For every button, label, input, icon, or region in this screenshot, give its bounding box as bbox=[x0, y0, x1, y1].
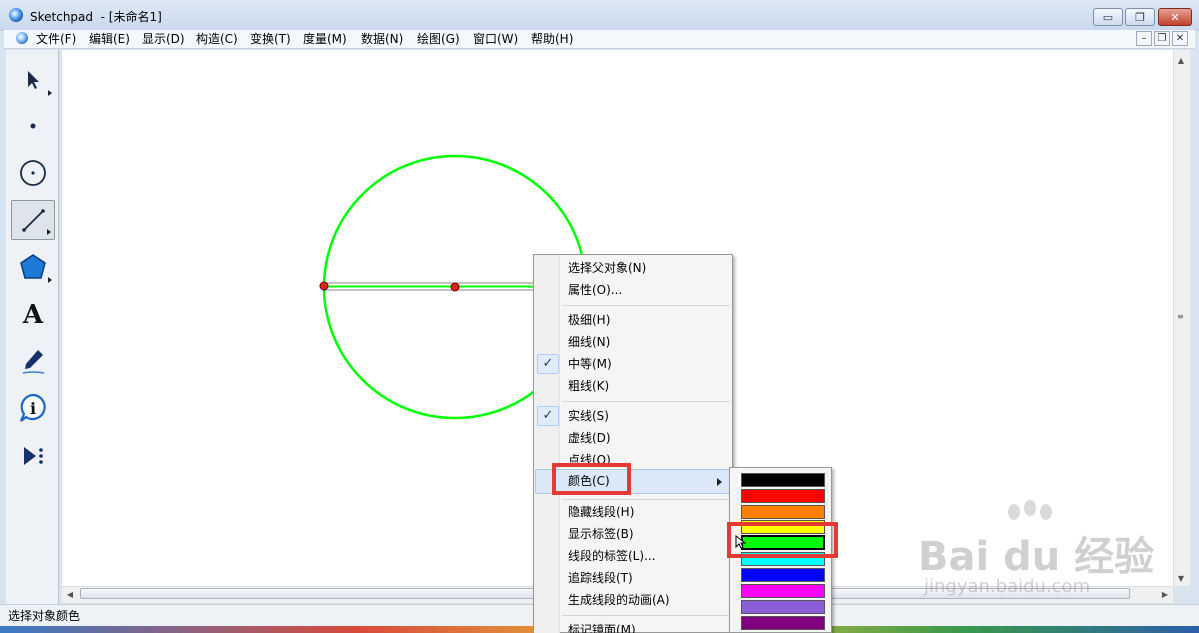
maximize-button[interactable]: ❐ bbox=[1125, 8, 1155, 26]
menu-file[interactable]: 文件(F) bbox=[36, 31, 76, 47]
menu-thin[interactable]: 细线(N) bbox=[568, 332, 610, 352]
menu-separator bbox=[562, 401, 730, 402]
play-custom-icon bbox=[24, 447, 43, 465]
menu-hide-segment[interactable]: 隐藏线段(H) bbox=[568, 502, 634, 522]
menu-thick[interactable]: 粗线(K) bbox=[568, 376, 609, 396]
title-bar bbox=[0, 0, 1199, 31]
menu-construct[interactable]: 构造(C) bbox=[196, 31, 238, 47]
polygon-tool[interactable] bbox=[11, 247, 55, 287]
baidu-jingyan-watermark: Bai du 经验 jingyan.baidu.com bbox=[918, 500, 1188, 605]
marker-pen-icon bbox=[22, 350, 45, 374]
menu-show-label[interactable]: 显示标签(B) bbox=[568, 524, 634, 544]
scroll-left-icon[interactable]: ◀ bbox=[62, 586, 78, 602]
arrow-icon bbox=[28, 71, 39, 89]
status-text: 选择对象颜色 bbox=[8, 609, 81, 623]
point-icon bbox=[30, 123, 36, 129]
menu-graph[interactable]: 绘图(G) bbox=[417, 31, 460, 47]
menu-dotted[interactable]: 点线(O) bbox=[568, 450, 611, 464]
highlight-box-color-item bbox=[552, 463, 631, 495]
menu-transform[interactable]: 变换(T) bbox=[250, 31, 291, 47]
color-swatch[interactable] bbox=[741, 568, 825, 582]
checkmark-icon: ✓ bbox=[537, 354, 559, 374]
information-tool[interactable]: i bbox=[11, 388, 55, 428]
circle-icon bbox=[20, 160, 46, 186]
minimize-button[interactable]: ▭ bbox=[1093, 8, 1123, 26]
mdi-restore-icon: ❐ bbox=[1157, 33, 1167, 44]
window-title: Sketchpad - [未命名1] bbox=[30, 10, 162, 24]
marker-tool[interactable] bbox=[11, 341, 55, 381]
menu-segment-label[interactable]: 线段的标签(L)... bbox=[568, 546, 656, 566]
text-tool[interactable]: A bbox=[11, 295, 55, 335]
sketchpad-app-icon[interactable] bbox=[9, 8, 23, 22]
context-menu-gutter bbox=[534, 255, 560, 633]
color-swatch[interactable] bbox=[741, 473, 825, 487]
color-swatch[interactable] bbox=[741, 616, 825, 630]
tool-flyout-icon bbox=[48, 277, 52, 283]
menu-animate-segment[interactable]: 生成线段的动画(A) bbox=[568, 590, 670, 610]
context-menu bbox=[533, 254, 733, 633]
menu-trace-segment[interactable]: 追踪线段(T) bbox=[568, 568, 633, 588]
color-swatch[interactable] bbox=[741, 600, 825, 614]
straightedge-tool[interactable] bbox=[11, 200, 55, 240]
scroll-grip-icon[interactable]: ≡ bbox=[1177, 312, 1184, 321]
menu-separator bbox=[562, 615, 730, 616]
mdi-close-icon: ✕ bbox=[1175, 33, 1185, 44]
menu-select-parent[interactable]: 选择父对象(N) bbox=[568, 258, 646, 278]
menu-properties[interactable]: 属性(O)... bbox=[568, 280, 622, 300]
menu-edit[interactable]: 编辑(E) bbox=[89, 31, 130, 47]
checkmark-icon: ✓ bbox=[537, 406, 559, 426]
menu-display[interactable]: 显示(D) bbox=[142, 31, 185, 47]
menu-help[interactable]: 帮助(H) bbox=[531, 31, 573, 47]
polygon-icon bbox=[20, 254, 46, 279]
info-icon: i bbox=[19, 393, 46, 422]
menu-window[interactable]: 窗口(W) bbox=[473, 31, 518, 47]
restore-icon: ❐ bbox=[1135, 10, 1145, 24]
submenu-arrow-icon bbox=[717, 478, 722, 486]
mdi-close-button[interactable]: ✕ bbox=[1172, 31, 1188, 46]
mouse-cursor-icon bbox=[735, 535, 747, 549]
text-a-icon: A bbox=[22, 300, 44, 330]
point-tool[interactable] bbox=[11, 106, 55, 146]
segment-endpoint[interactable] bbox=[319, 281, 329, 291]
color-swatch[interactable] bbox=[741, 489, 825, 503]
select-arrow-tool[interactable] bbox=[11, 60, 55, 100]
circle-center-point[interactable] bbox=[450, 282, 460, 292]
menu-measure[interactable]: 度量(M) bbox=[303, 31, 347, 47]
custom-tool[interactable] bbox=[11, 436, 55, 476]
watermark-brand: Bai du 经验 bbox=[918, 534, 1155, 580]
tool-flyout-icon bbox=[47, 229, 51, 235]
tool-flyout-icon bbox=[48, 90, 52, 96]
menu-separator bbox=[562, 499, 730, 500]
mdi-restore-button[interactable]: ❐ bbox=[1154, 31, 1170, 46]
mdi-minimize-button[interactable]: – bbox=[1136, 31, 1152, 46]
close-icon: ✕ bbox=[1170, 10, 1180, 24]
mdi-minimize-icon: – bbox=[1141, 33, 1147, 44]
menu-dashed[interactable]: 虚线(D) bbox=[568, 428, 611, 448]
menu-medium[interactable]: 中等(M) bbox=[568, 354, 612, 374]
color-swatch[interactable] bbox=[741, 505, 825, 519]
segment-icon bbox=[22, 209, 45, 232]
close-button[interactable]: ✕ bbox=[1158, 8, 1192, 26]
menu-solid[interactable]: 实线(S) bbox=[568, 406, 609, 426]
compass-tool[interactable] bbox=[11, 153, 55, 193]
menu-separator bbox=[562, 305, 730, 306]
document-icon[interactable] bbox=[16, 32, 28, 44]
menu-number[interactable]: 数据(N) bbox=[361, 31, 403, 47]
menu-thinnest[interactable]: 极细(H) bbox=[568, 310, 610, 330]
color-swatch[interactable] bbox=[741, 584, 825, 598]
svg-text:i: i bbox=[30, 399, 36, 418]
minimize-icon: ▭ bbox=[1102, 10, 1114, 24]
menu-mark-mirror[interactable]: 标记镜面(M) bbox=[568, 620, 636, 633]
watermark-url: jingyan.baidu.com bbox=[924, 576, 1091, 597]
scroll-up-icon[interactable]: ▲ bbox=[1173, 52, 1189, 68]
